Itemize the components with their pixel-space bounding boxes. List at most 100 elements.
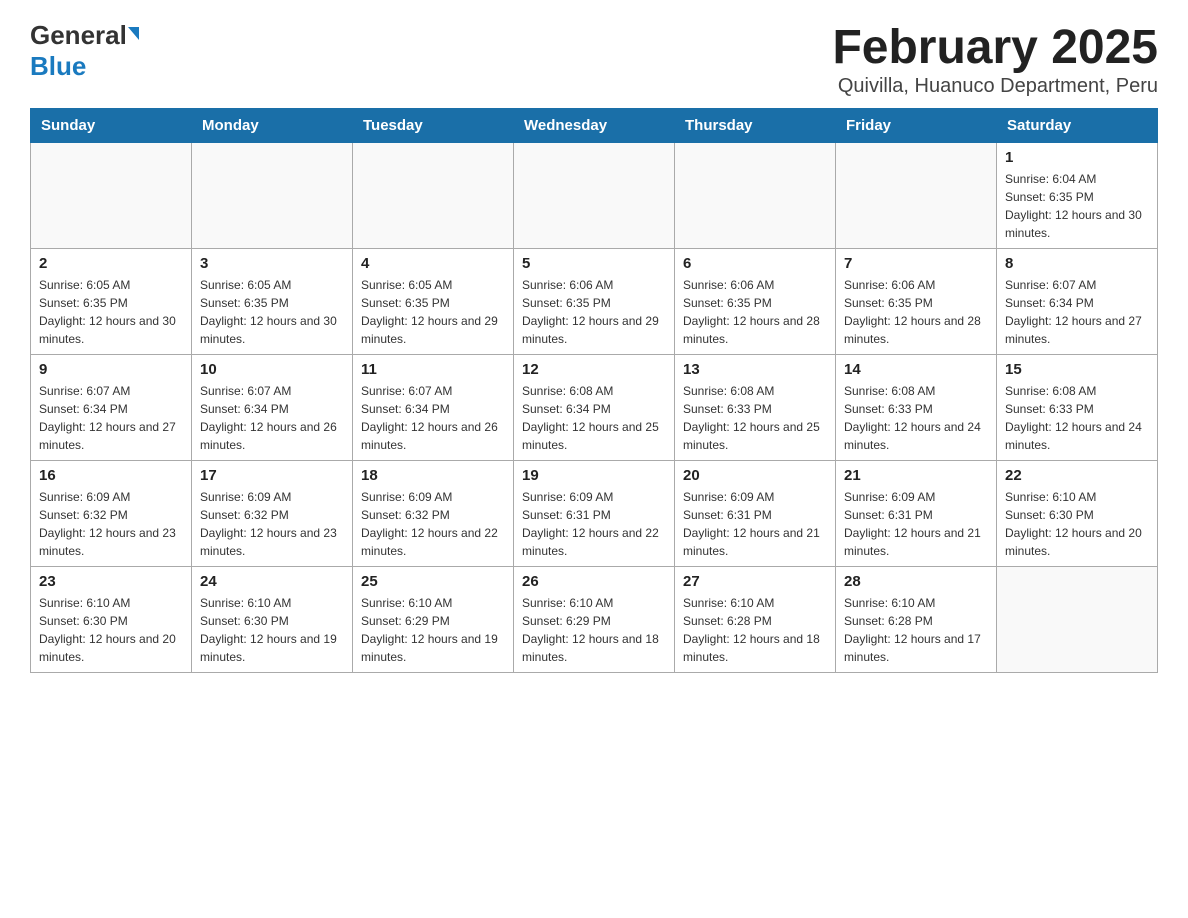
day-number: 19: [522, 467, 666, 484]
table-row: 7 Sunrise: 6:06 AMSunset: 6:35 PMDaylight…: [836, 249, 997, 355]
week-row-1: 1 Sunrise: 6:04 AMSunset: 6:35 PMDaylight…: [31, 143, 1158, 249]
table-row: 2 Sunrise: 6:05 AMSunset: 6:35 PMDaylight…: [31, 249, 192, 355]
day-number: 9: [39, 361, 183, 378]
table-row: 15 Sunrise: 6:08 AMSunset: 6:33 PMDayligh…: [997, 355, 1158, 461]
table-row: [836, 143, 997, 249]
day-info: Sunrise: 6:08 AMSunset: 6:33 PMDaylight:…: [1005, 382, 1149, 454]
logo: General Blue: [30, 20, 139, 82]
day-info: Sunrise: 6:10 AMSunset: 6:29 PMDaylight:…: [522, 594, 666, 666]
day-info: Sunrise: 6:10 AMSunset: 6:28 PMDaylight:…: [683, 594, 827, 666]
day-number: 8: [1005, 255, 1149, 272]
day-info: Sunrise: 6:05 AMSunset: 6:35 PMDaylight:…: [200, 276, 344, 348]
table-row: 10 Sunrise: 6:07 AMSunset: 6:34 PMDayligh…: [192, 355, 353, 461]
calendar-table: Sunday Monday Tuesday Wednesday Thursday…: [30, 108, 1158, 673]
day-number: 28: [844, 573, 988, 590]
header-thursday: Thursday: [675, 109, 836, 143]
week-row-2: 2 Sunrise: 6:05 AMSunset: 6:35 PMDaylight…: [31, 249, 1158, 355]
day-info: Sunrise: 6:09 AMSunset: 6:31 PMDaylight:…: [844, 488, 988, 560]
table-row: 14 Sunrise: 6:08 AMSunset: 6:33 PMDayligh…: [836, 355, 997, 461]
day-info: Sunrise: 6:10 AMSunset: 6:29 PMDaylight:…: [361, 594, 505, 666]
day-info: Sunrise: 6:08 AMSunset: 6:34 PMDaylight:…: [522, 382, 666, 454]
day-info: Sunrise: 6:10 AMSunset: 6:30 PMDaylight:…: [39, 594, 183, 666]
day-number: 4: [361, 255, 505, 272]
table-row: 4 Sunrise: 6:05 AMSunset: 6:35 PMDaylight…: [353, 249, 514, 355]
week-row-3: 9 Sunrise: 6:07 AMSunset: 6:34 PMDaylight…: [31, 355, 1158, 461]
week-row-5: 23 Sunrise: 6:10 AMSunset: 6:30 PMDayligh…: [31, 567, 1158, 673]
table-row: 19 Sunrise: 6:09 AMSunset: 6:31 PMDayligh…: [514, 461, 675, 567]
table-row: 20 Sunrise: 6:09 AMSunset: 6:31 PMDayligh…: [675, 461, 836, 567]
day-info: Sunrise: 6:09 AMSunset: 6:31 PMDaylight:…: [522, 488, 666, 560]
day-number: 12: [522, 361, 666, 378]
day-info: Sunrise: 6:10 AMSunset: 6:28 PMDaylight:…: [844, 594, 988, 666]
header-wednesday: Wednesday: [514, 109, 675, 143]
table-row: 6 Sunrise: 6:06 AMSunset: 6:35 PMDaylight…: [675, 249, 836, 355]
weekday-header-row: Sunday Monday Tuesday Wednesday Thursday…: [31, 109, 1158, 143]
day-number: 7: [844, 255, 988, 272]
table-row: [31, 143, 192, 249]
title-block: February 2025 Quivilla, Huanuco Departme…: [832, 20, 1158, 98]
table-row: 16Sunrise: 6:09 AMSunset: 6:32 PMDayligh…: [31, 461, 192, 567]
calendar-body: 1 Sunrise: 6:04 AMSunset: 6:35 PMDaylight…: [31, 143, 1158, 673]
day-info: Sunrise: 6:06 AMSunset: 6:35 PMDaylight:…: [522, 276, 666, 348]
table-row: 9 Sunrise: 6:07 AMSunset: 6:34 PMDaylight…: [31, 355, 192, 461]
day-number: 23: [39, 573, 183, 590]
day-info: Sunrise: 6:04 AMSunset: 6:35 PMDaylight:…: [1005, 170, 1149, 242]
day-info: Sunrise: 6:07 AMSunset: 6:34 PMDaylight:…: [39, 382, 183, 454]
day-number: 17: [200, 467, 344, 484]
table-row: 24 Sunrise: 6:10 AMSunset: 6:30 PMDayligh…: [192, 567, 353, 673]
table-row: 17 Sunrise: 6:09 AMSunset: 6:32 PMDayligh…: [192, 461, 353, 567]
day-number: 27: [683, 573, 827, 590]
table-row: [353, 143, 514, 249]
table-row: 11Sunrise: 6:07 AMSunset: 6:34 PMDayligh…: [353, 355, 514, 461]
day-info: Sunrise: 6:09 AMSunset: 6:32 PMDaylight:…: [200, 488, 344, 560]
calendar-header: Sunday Monday Tuesday Wednesday Thursday…: [31, 109, 1158, 143]
table-row: 18Sunrise: 6:09 AMSunset: 6:32 PMDayligh…: [353, 461, 514, 567]
day-info: Sunrise: 6:06 AMSunset: 6:35 PMDaylight:…: [683, 276, 827, 348]
header-monday: Monday: [192, 109, 353, 143]
table-row: 21 Sunrise: 6:09 AMSunset: 6:31 PMDayligh…: [836, 461, 997, 567]
table-row: 25 Sunrise: 6:10 AMSunset: 6:29 PMDayligh…: [353, 567, 514, 673]
page-header: General Blue February 2025 Quivilla, Hua…: [30, 20, 1158, 98]
week-row-4: 16Sunrise: 6:09 AMSunset: 6:32 PMDayligh…: [31, 461, 1158, 567]
table-row: 22Sunrise: 6:10 AMSunset: 6:30 PMDayligh…: [997, 461, 1158, 567]
day-info: Sunrise: 6:07 AMSunset: 6:34 PMDaylight:…: [361, 382, 505, 454]
logo-arrow-icon: [128, 27, 139, 40]
day-number: 20: [683, 467, 827, 484]
day-number: 26: [522, 573, 666, 590]
day-number: 21: [844, 467, 988, 484]
day-number: 3: [200, 255, 344, 272]
table-row: 28 Sunrise: 6:10 AMSunset: 6:28 PMDayligh…: [836, 567, 997, 673]
day-number: 1: [1005, 149, 1149, 166]
header-saturday: Saturday: [997, 109, 1158, 143]
day-info: Sunrise: 6:07 AMSunset: 6:34 PMDaylight:…: [1005, 276, 1149, 348]
header-tuesday: Tuesday: [353, 109, 514, 143]
table-row: [675, 143, 836, 249]
day-number: 15: [1005, 361, 1149, 378]
day-info: Sunrise: 6:10 AMSunset: 6:30 PMDaylight:…: [200, 594, 344, 666]
table-row: 13Sunrise: 6:08 AMSunset: 6:33 PMDayligh…: [675, 355, 836, 461]
table-row: 3 Sunrise: 6:05 AMSunset: 6:35 PMDaylight…: [192, 249, 353, 355]
table-row: 12 Sunrise: 6:08 AMSunset: 6:34 PMDayligh…: [514, 355, 675, 461]
day-info: Sunrise: 6:06 AMSunset: 6:35 PMDaylight:…: [844, 276, 988, 348]
table-row: 27 Sunrise: 6:10 AMSunset: 6:28 PMDayligh…: [675, 567, 836, 673]
day-number: 10: [200, 361, 344, 378]
day-number: 25: [361, 573, 505, 590]
day-info: Sunrise: 6:08 AMSunset: 6:33 PMDaylight:…: [683, 382, 827, 454]
day-number: 24: [200, 573, 344, 590]
calendar-subtitle: Quivilla, Huanuco Department, Peru: [832, 75, 1158, 98]
table-row: 23 Sunrise: 6:10 AMSunset: 6:30 PMDayligh…: [31, 567, 192, 673]
header-sunday: Sunday: [31, 109, 192, 143]
table-row: 5Sunrise: 6:06 AMSunset: 6:35 PMDaylight…: [514, 249, 675, 355]
day-info: Sunrise: 6:08 AMSunset: 6:33 PMDaylight:…: [844, 382, 988, 454]
table-row: 8 Sunrise: 6:07 AMSunset: 6:34 PMDaylight…: [997, 249, 1158, 355]
day-number: 2: [39, 255, 183, 272]
day-info: Sunrise: 6:05 AMSunset: 6:35 PMDaylight:…: [361, 276, 505, 348]
day-info: Sunrise: 6:05 AMSunset: 6:35 PMDaylight:…: [39, 276, 183, 348]
day-number: 6: [683, 255, 827, 272]
day-number: 22: [1005, 467, 1149, 484]
day-info: Sunrise: 6:07 AMSunset: 6:34 PMDaylight:…: [200, 382, 344, 454]
calendar-title: February 2025: [832, 20, 1158, 75]
day-number: 14: [844, 361, 988, 378]
day-info: Sunrise: 6:09 AMSunset: 6:31 PMDaylight:…: [683, 488, 827, 560]
table-row: [192, 143, 353, 249]
